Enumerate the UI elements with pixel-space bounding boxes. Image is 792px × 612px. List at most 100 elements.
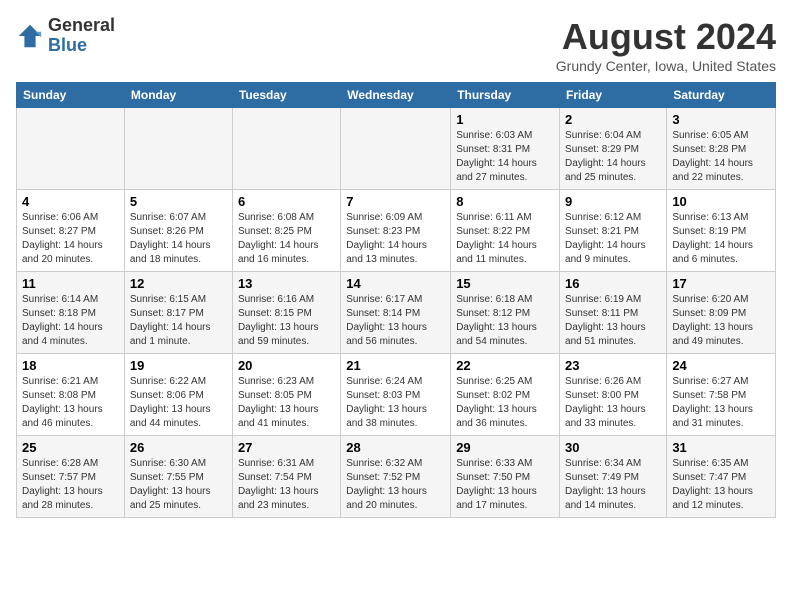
day-number: 21 (346, 358, 445, 373)
day-header-thursday: Thursday (451, 83, 560, 108)
day-number: 15 (456, 276, 554, 291)
day-cell: 26Sunrise: 6:30 AM Sunset: 7:55 PM Dayli… (124, 436, 232, 518)
day-header-monday: Monday (124, 83, 232, 108)
day-cell: 2 Sunrise: 6:04 AM Sunset: 8:29 PM Daylig… (560, 108, 667, 190)
day-info: Sunrise: 6:21 AM Sunset: 8:08 PM Dayligh… (22, 375, 119, 431)
day-info: Sunrise: 6:35 AM Sunset: 7:47 PM Dayligh… (672, 457, 770, 513)
day-number: 6 (238, 194, 335, 209)
day-cell: 27Sunrise: 6:31 AM Sunset: 7:54 PM Dayli… (232, 436, 340, 518)
day-cell: 12 Sunrise: 6:15 AM Sunset: 8:17 PM Dayli… (124, 272, 232, 354)
day-number: 10 (672, 194, 770, 209)
day-info: Sunrise: 6:09 AM Sunset: 8:23 PM Dayligh… (346, 211, 445, 267)
day-info: Sunrise: 6:26 AM Sunset: 8:00 PM Dayligh… (565, 375, 661, 431)
day-number: 2 (565, 112, 661, 127)
day-number: 8 (456, 194, 554, 209)
day-cell: 20 Sunrise: 6:23 AM Sunset: 8:05 PM Dayli… (232, 354, 340, 436)
day-cell: 16Sunrise: 6:19 AM Sunset: 8:11 PM Dayli… (560, 272, 667, 354)
day-header-friday: Friday (560, 83, 667, 108)
logo-general: General (48, 16, 115, 36)
day-number: 31 (672, 440, 770, 455)
day-number: 26 (130, 440, 227, 455)
day-cell: 23 Sunrise: 6:26 AM Sunset: 8:00 PM Dayli… (560, 354, 667, 436)
day-info: Sunrise: 6:12 AM Sunset: 8:21 PM Dayligh… (565, 211, 661, 267)
day-number: 11 (22, 276, 119, 291)
day-info: Sunrise: 6:05 AM Sunset: 8:28 PM Dayligh… (672, 129, 770, 185)
day-header-tuesday: Tuesday (232, 83, 340, 108)
day-number: 12 (130, 276, 227, 291)
day-cell (341, 108, 451, 190)
day-cell: 29 Sunrise: 6:33 AM Sunset: 7:50 PM Dayli… (451, 436, 560, 518)
day-cell: 17 Sunrise: 6:20 AM Sunset: 8:09 PM Dayli… (667, 272, 776, 354)
week-row-3: 11 Sunrise: 6:14 AM Sunset: 8:18 PM Dayli… (17, 272, 776, 354)
day-info: Sunrise: 6:04 AM Sunset: 8:29 PM Dayligh… (565, 129, 661, 185)
day-cell: 24 Sunrise: 6:27 AM Sunset: 7:58 PM Dayli… (667, 354, 776, 436)
week-row-4: 18 Sunrise: 6:21 AM Sunset: 8:08 PM Dayli… (17, 354, 776, 436)
day-number: 7 (346, 194, 445, 209)
logo: General Blue (16, 16, 115, 56)
day-info: Sunrise: 6:33 AM Sunset: 7:50 PM Dayligh… (456, 457, 554, 513)
day-info: Sunrise: 6:34 AM Sunset: 7:49 PM Dayligh… (565, 457, 661, 513)
calendar-table: SundayMondayTuesdayWednesdayThursdayFrid… (16, 82, 776, 518)
header-row: SundayMondayTuesdayWednesdayThursdayFrid… (17, 83, 776, 108)
day-number: 1 (456, 112, 554, 127)
day-number: 24 (672, 358, 770, 373)
logo-blue: Blue (48, 36, 115, 56)
day-number: 18 (22, 358, 119, 373)
day-info: Sunrise: 6:28 AM Sunset: 7:57 PM Dayligh… (22, 457, 119, 513)
day-cell: 18 Sunrise: 6:21 AM Sunset: 8:08 PM Dayli… (17, 354, 125, 436)
day-cell: 15 Sunrise: 6:18 AM Sunset: 8:12 PM Dayli… (451, 272, 560, 354)
day-cell: 1 Sunrise: 6:03 AM Sunset: 8:31 PM Daylig… (451, 108, 560, 190)
day-number: 23 (565, 358, 661, 373)
week-row-1: 1 Sunrise: 6:03 AM Sunset: 8:31 PM Daylig… (17, 108, 776, 190)
day-header-saturday: Saturday (667, 83, 776, 108)
day-number: 25 (22, 440, 119, 455)
day-info: Sunrise: 6:08 AM Sunset: 8:25 PM Dayligh… (238, 211, 335, 267)
day-info: Sunrise: 6:06 AM Sunset: 8:27 PM Dayligh… (22, 211, 119, 267)
day-cell (17, 108, 125, 190)
day-cell: 10Sunrise: 6:13 AM Sunset: 8:19 PM Dayli… (667, 190, 776, 272)
day-number: 20 (238, 358, 335, 373)
day-cell (124, 108, 232, 190)
day-cell: 13 Sunrise: 6:16 AM Sunset: 8:15 PM Dayli… (232, 272, 340, 354)
day-number: 3 (672, 112, 770, 127)
day-number: 29 (456, 440, 554, 455)
day-cell: 7 Sunrise: 6:09 AM Sunset: 8:23 PM Daylig… (341, 190, 451, 272)
day-info: Sunrise: 6:20 AM Sunset: 8:09 PM Dayligh… (672, 293, 770, 349)
day-number: 13 (238, 276, 335, 291)
day-cell (232, 108, 340, 190)
day-header-wednesday: Wednesday (341, 83, 451, 108)
day-info: Sunrise: 6:18 AM Sunset: 8:12 PM Dayligh… (456, 293, 554, 349)
day-cell: 3 Sunrise: 6:05 AM Sunset: 8:28 PM Daylig… (667, 108, 776, 190)
day-info: Sunrise: 6:07 AM Sunset: 8:26 PM Dayligh… (130, 211, 227, 267)
day-cell: 31 Sunrise: 6:35 AM Sunset: 7:47 PM Dayli… (667, 436, 776, 518)
day-number: 19 (130, 358, 227, 373)
day-cell: 28 Sunrise: 6:32 AM Sunset: 7:52 PM Dayli… (341, 436, 451, 518)
day-info: Sunrise: 6:23 AM Sunset: 8:05 PM Dayligh… (238, 375, 335, 431)
day-info: Sunrise: 6:19 AM Sunset: 8:11 PM Dayligh… (565, 293, 661, 349)
day-cell: 19 Sunrise: 6:22 AM Sunset: 8:06 PM Dayli… (124, 354, 232, 436)
day-info: Sunrise: 6:32 AM Sunset: 7:52 PM Dayligh… (346, 457, 445, 513)
page-header: General Blue August 2024 Grundy Center, … (16, 16, 776, 74)
day-number: 17 (672, 276, 770, 291)
day-info: Sunrise: 6:11 AM Sunset: 8:22 PM Dayligh… (456, 211, 554, 267)
day-number: 22 (456, 358, 554, 373)
day-number: 5 (130, 194, 227, 209)
day-number: 28 (346, 440, 445, 455)
day-cell: 21 Sunrise: 6:24 AM Sunset: 8:03 PM Dayli… (341, 354, 451, 436)
day-info: Sunrise: 6:15 AM Sunset: 8:17 PM Dayligh… (130, 293, 227, 349)
day-cell: 25 Sunrise: 6:28 AM Sunset: 7:57 PM Dayli… (17, 436, 125, 518)
day-info: Sunrise: 6:27 AM Sunset: 7:58 PM Dayligh… (672, 375, 770, 431)
day-cell: 6 Sunrise: 6:08 AM Sunset: 8:25 PM Daylig… (232, 190, 340, 272)
day-info: Sunrise: 6:16 AM Sunset: 8:15 PM Dayligh… (238, 293, 335, 349)
title-block: August 2024 Grundy Center, Iowa, United … (556, 16, 776, 74)
day-number: 27 (238, 440, 335, 455)
day-header-sunday: Sunday (17, 83, 125, 108)
day-cell: 30Sunrise: 6:34 AM Sunset: 7:49 PM Dayli… (560, 436, 667, 518)
day-info: Sunrise: 6:14 AM Sunset: 8:18 PM Dayligh… (22, 293, 119, 349)
day-info: Sunrise: 6:03 AM Sunset: 8:31 PM Dayligh… (456, 129, 554, 185)
day-info: Sunrise: 6:24 AM Sunset: 8:03 PM Dayligh… (346, 375, 445, 431)
day-info: Sunrise: 6:22 AM Sunset: 8:06 PM Dayligh… (130, 375, 227, 431)
week-row-2: 4Sunrise: 6:06 AM Sunset: 8:27 PM Daylig… (17, 190, 776, 272)
day-number: 9 (565, 194, 661, 209)
day-cell: 5 Sunrise: 6:07 AM Sunset: 8:26 PM Daylig… (124, 190, 232, 272)
